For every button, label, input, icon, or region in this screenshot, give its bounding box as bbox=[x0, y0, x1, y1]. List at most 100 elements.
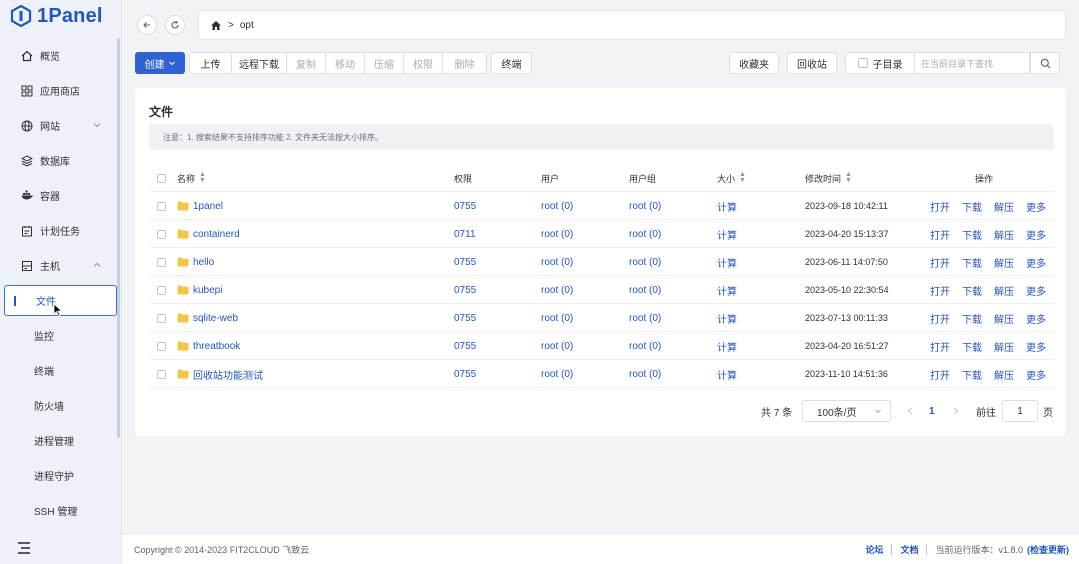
cell-permission-value[interactable]: 0755 bbox=[454, 341, 476, 352]
cell-group[interactable]: root (0) bbox=[629, 360, 661, 388]
file-name[interactable]: sqlite-web bbox=[193, 313, 238, 324]
sidebar-subitem-monitor[interactable]: 监控 bbox=[0, 318, 118, 353]
row-checkbox-cell[interactable] bbox=[157, 220, 166, 248]
sidebar-item-host[interactable]: 主机 bbox=[0, 248, 118, 283]
docs-link[interactable]: 文档 bbox=[900, 543, 918, 556]
cell-size-value[interactable]: 计算 bbox=[717, 227, 737, 242]
download-link[interactable]: 下载 bbox=[962, 227, 982, 242]
home-icon[interactable] bbox=[210, 20, 222, 31]
search-button[interactable] bbox=[1030, 52, 1060, 74]
cell-user[interactable]: root (0) bbox=[541, 332, 573, 360]
cell-group-value[interactable]: root (0) bbox=[629, 257, 661, 268]
download-link[interactable]: 下载 bbox=[962, 367, 982, 382]
cell-user[interactable]: root (0) bbox=[541, 220, 573, 248]
select-all-checkbox-cell[interactable] bbox=[157, 164, 166, 192]
file-name[interactable]: 回收站功能测试 bbox=[193, 367, 263, 382]
copy-button[interactable]: 复制 bbox=[286, 52, 326, 74]
sidebar-item-overview[interactable]: 概览 bbox=[0, 38, 118, 73]
cell-user-value[interactable]: root (0) bbox=[541, 201, 573, 212]
decompress-link[interactable]: 解压 bbox=[994, 283, 1014, 298]
cell-group-value[interactable]: root (0) bbox=[629, 313, 661, 324]
cell-permission[interactable]: 0711 bbox=[454, 220, 476, 248]
decompress-link[interactable]: 解压 bbox=[994, 367, 1014, 382]
col-mtime[interactable]: 修改时间 ▲ ▼ bbox=[805, 164, 852, 192]
more-link[interactable]: 更多 bbox=[1026, 255, 1046, 270]
page-size-select[interactable]: 100条/页 bbox=[802, 400, 891, 422]
sidebar-subitem-firewall[interactable]: 防火墙 bbox=[0, 388, 118, 423]
sort-icon[interactable]: ▲ ▼ bbox=[739, 171, 746, 184]
sidebar-item-website[interactable]: 网站 bbox=[0, 108, 118, 143]
file-name[interactable]: hello bbox=[193, 257, 214, 268]
cell-permission[interactable]: 0755 bbox=[454, 248, 476, 276]
open-link[interactable]: 打开 bbox=[930, 255, 950, 270]
row-checkbox[interactable] bbox=[157, 229, 166, 239]
sidebar-item-database[interactable]: 数据库 bbox=[0, 143, 118, 178]
cell-group[interactable]: root (0) bbox=[629, 220, 661, 248]
sidebar-item-container[interactable]: 容器 bbox=[0, 178, 118, 213]
cell-permission[interactable]: 0755 bbox=[454, 360, 476, 388]
path-segment[interactable]: opt bbox=[240, 20, 254, 31]
sort-icon[interactable]: ▲ ▼ bbox=[845, 171, 852, 184]
create-button[interactable]: 创建 bbox=[135, 52, 185, 74]
back-button[interactable] bbox=[137, 15, 157, 35]
goto-page-input[interactable]: 1 bbox=[1002, 400, 1038, 422]
sidebar-subitem-supervisor[interactable]: 进程守护 bbox=[0, 458, 118, 493]
row-checkbox-cell[interactable] bbox=[157, 192, 166, 220]
cell-group[interactable]: root (0) bbox=[629, 304, 661, 332]
cell-size[interactable]: 计算 bbox=[717, 332, 737, 360]
row-checkbox-cell[interactable] bbox=[157, 248, 166, 276]
row-checkbox-cell[interactable] bbox=[157, 304, 166, 332]
cell-name[interactable]: 回收站功能测试 bbox=[177, 360, 263, 388]
cell-group[interactable]: root (0) bbox=[629, 276, 661, 304]
decompress-link[interactable]: 解压 bbox=[994, 339, 1014, 354]
cell-permission-value[interactable]: 0755 bbox=[454, 257, 476, 268]
cell-group-value[interactable]: root (0) bbox=[629, 201, 661, 212]
cell-size[interactable]: 计算 bbox=[717, 276, 737, 304]
sidebar-scrollbar[interactable] bbox=[117, 38, 120, 438]
table-row[interactable]: containerd 0711 root (0) root (0) 计算 2023-04-… bbox=[149, 220, 1054, 248]
open-link[interactable]: 打开 bbox=[930, 311, 950, 326]
cell-size-value[interactable]: 计算 bbox=[717, 283, 737, 298]
download-link[interactable]: 下载 bbox=[962, 199, 982, 214]
row-checkbox-cell[interactable] bbox=[157, 360, 166, 388]
row-checkbox[interactable] bbox=[157, 313, 166, 323]
col-name[interactable]: 名称 ▲ ▼ bbox=[177, 164, 206, 192]
cell-name[interactable]: 1panel bbox=[177, 192, 223, 220]
open-link[interactable]: 打开 bbox=[930, 367, 950, 382]
cell-permission-value[interactable]: 0711 bbox=[454, 229, 476, 240]
cell-group[interactable]: root (0) bbox=[629, 192, 661, 220]
row-checkbox[interactable] bbox=[157, 341, 166, 351]
cell-permission-value[interactable]: 0755 bbox=[454, 313, 476, 324]
file-name[interactable]: threatbook bbox=[193, 341, 240, 352]
sidebar-subitem-process[interactable]: 进程管理 bbox=[0, 423, 118, 458]
row-checkbox-cell[interactable] bbox=[157, 276, 166, 304]
col-size[interactable]: 大小 ▲ ▼ bbox=[717, 164, 746, 192]
path-breadcrumb[interactable]: > opt bbox=[198, 10, 1066, 40]
cell-group-value[interactable]: root (0) bbox=[629, 285, 661, 296]
next-page-button[interactable] bbox=[953, 400, 959, 422]
search-input[interactable]: 在当前目录下查找 bbox=[915, 52, 1030, 74]
table-row[interactable]: sqlite-web 0755 root (0) root (0) 计算 2023-07-… bbox=[149, 304, 1054, 332]
subdir-toggle[interactable]: 子目录 bbox=[845, 52, 915, 74]
cell-permission-value[interactable]: 0755 bbox=[454, 201, 476, 212]
more-link[interactable]: 更多 bbox=[1026, 367, 1046, 382]
cell-group-value[interactable]: root (0) bbox=[629, 229, 661, 240]
sidebar-item-app-store[interactable]: 应用商店 bbox=[0, 73, 118, 108]
more-link[interactable]: 更多 bbox=[1026, 311, 1046, 326]
download-link[interactable]: 下载 bbox=[962, 283, 982, 298]
open-link[interactable]: 打开 bbox=[930, 339, 950, 354]
open-link[interactable]: 打开 bbox=[930, 199, 950, 214]
logo[interactable]: 1Panel bbox=[10, 5, 103, 27]
more-link[interactable]: 更多 bbox=[1026, 283, 1046, 298]
more-link[interactable]: 更多 bbox=[1026, 227, 1046, 242]
sidebar-item-cronjob[interactable]: 计划任务 bbox=[0, 213, 118, 248]
cell-group[interactable]: root (0) bbox=[629, 332, 661, 360]
cell-group[interactable]: root (0) bbox=[629, 248, 661, 276]
refresh-button[interactable] bbox=[165, 15, 185, 35]
decompress-link[interactable]: 解压 bbox=[994, 227, 1014, 242]
prev-page-button[interactable] bbox=[907, 400, 913, 422]
open-link[interactable]: 打开 bbox=[930, 283, 950, 298]
cell-size[interactable]: 计算 bbox=[717, 192, 737, 220]
cell-user[interactable]: root (0) bbox=[541, 304, 573, 332]
more-link[interactable]: 更多 bbox=[1026, 339, 1046, 354]
